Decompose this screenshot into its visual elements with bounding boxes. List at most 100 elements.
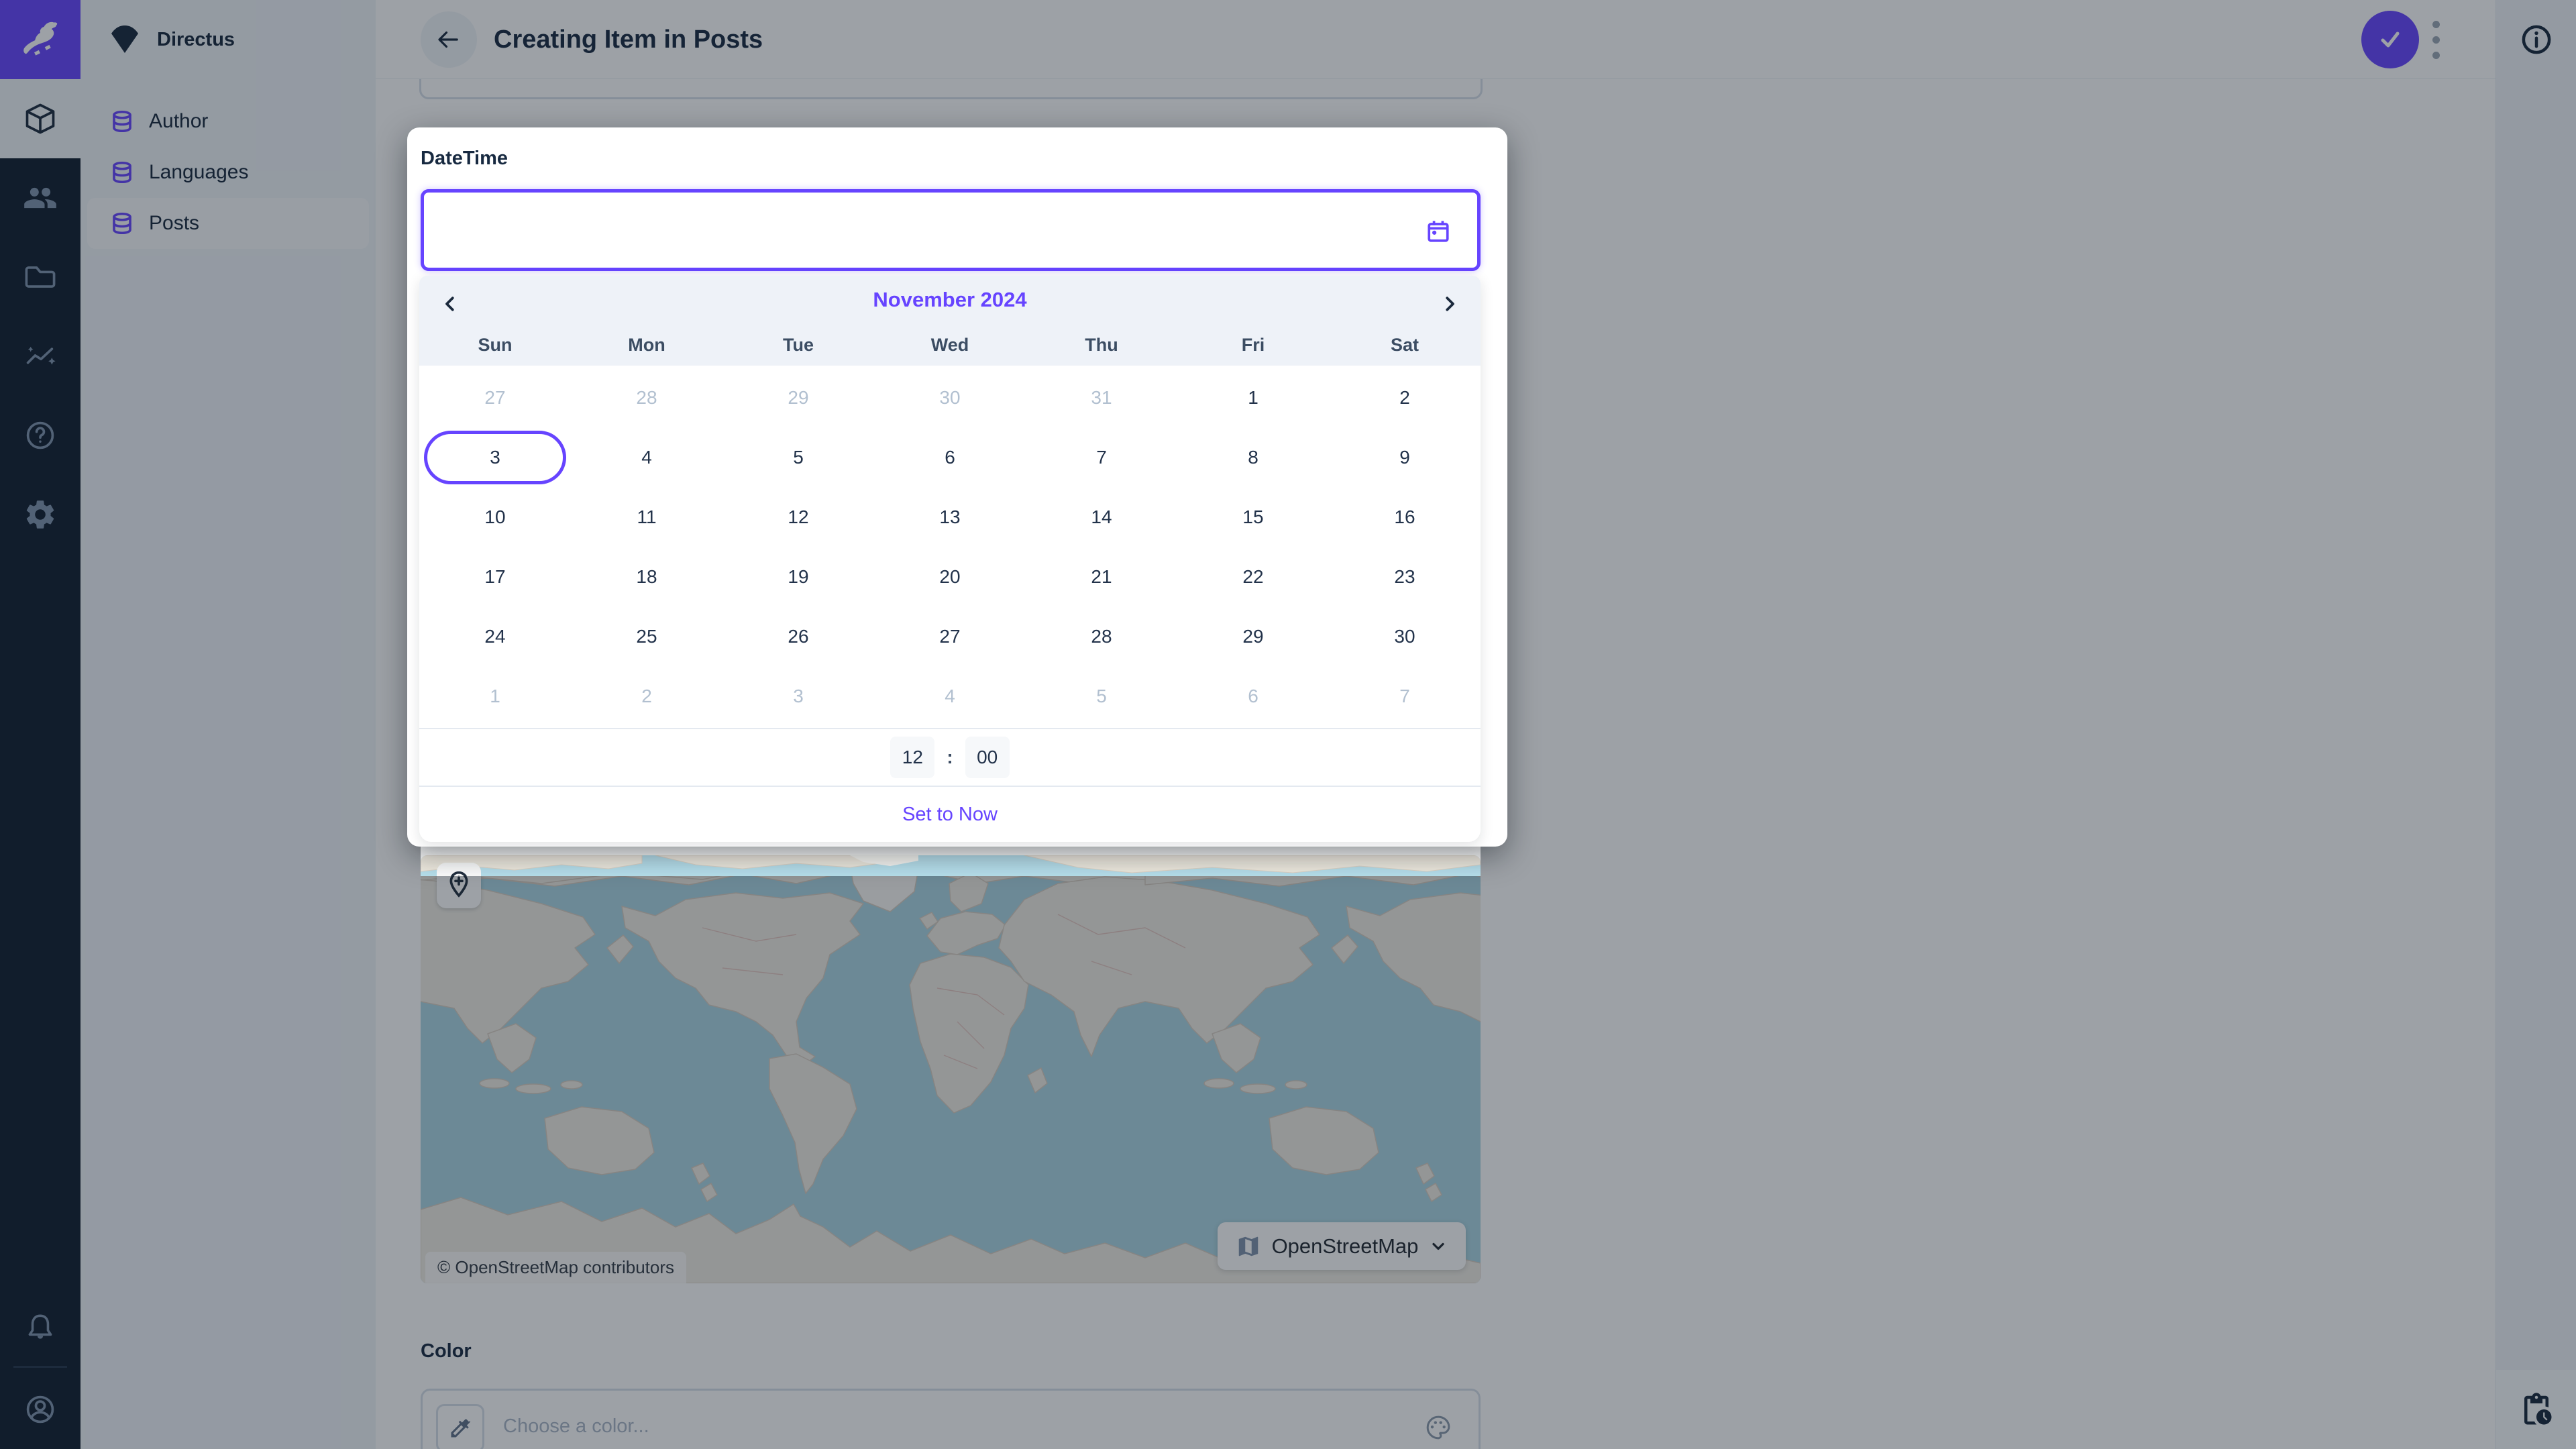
- day-name: Tue: [722, 324, 874, 366]
- calendar-day[interactable]: 20: [874, 547, 1026, 606]
- calendar-day[interactable]: 11: [571, 487, 722, 547]
- calendar-day-number: 18: [636, 566, 657, 588]
- calendar-day-number: 6: [1248, 686, 1258, 707]
- datetime-field-label: DateTime: [421, 148, 508, 170]
- map-bright-strip: [421, 847, 1481, 876]
- calendar-day[interactable]: 8: [1177, 427, 1329, 487]
- calendar-day[interactable]: 19: [722, 547, 874, 606]
- calendar-day-number: 20: [939, 566, 960, 588]
- calendar-day[interactable]: 28: [571, 368, 722, 427]
- calendar-day-number: 24: [484, 626, 505, 647]
- calendar-day[interactable]: 7: [1026, 427, 1177, 487]
- calendar-day-number: 2: [1399, 387, 1410, 409]
- calendar-day-number: 27: [484, 387, 505, 409]
- calendar-day[interactable]: 13: [874, 487, 1026, 547]
- calendar-day[interactable]: 1: [419, 666, 571, 726]
- calendar-icon[interactable]: [1424, 217, 1453, 246]
- calendar-day[interactable]: 26: [722, 606, 874, 666]
- calendar-day[interactable]: 27: [874, 606, 1026, 666]
- calendar-day-number: 2: [641, 686, 652, 707]
- calendar-day[interactable]: 24: [419, 606, 571, 666]
- calendar-day[interactable]: 2: [571, 666, 722, 726]
- calendar-day[interactable]: 7: [1329, 666, 1481, 726]
- calendar-day[interactable]: 14: [1026, 487, 1177, 547]
- day-name: Sat: [1329, 324, 1481, 366]
- calendar-day[interactable]: 5: [1026, 666, 1177, 726]
- calendar-day-number: 30: [939, 387, 960, 409]
- calendar-day[interactable]: 16: [1329, 487, 1481, 547]
- add-location-pin-button-bright[interactable]: [437, 863, 481, 876]
- calendar-day-number: 3: [793, 686, 804, 707]
- calendar-day-number: 5: [1096, 686, 1107, 707]
- calendar-day-number: 26: [788, 626, 808, 647]
- hour-input[interactable]: 12: [890, 737, 934, 778]
- calendar-day[interactable]: 23: [1329, 547, 1481, 606]
- calendar-header: November 2024 SunMonTueWedThuFriSat: [419, 276, 1481, 366]
- calendar-day[interactable]: 17: [419, 547, 571, 606]
- calendar-day[interactable]: 30: [874, 368, 1026, 427]
- datetime-input[interactable]: [443, 193, 1409, 268]
- calendar-day[interactable]: 6: [1177, 666, 1329, 726]
- calendar-day-number: 8: [1248, 447, 1258, 468]
- calendar-day[interactable]: 6: [874, 427, 1026, 487]
- chevron-left-icon: [440, 292, 460, 315]
- calendar-day-number: 11: [637, 506, 656, 528]
- calendar-day-number: 17: [484, 566, 505, 588]
- calendar-day[interactable]: 1: [1177, 368, 1329, 427]
- calendar-day[interactable]: 22: [1177, 547, 1329, 606]
- calendar-day-number: 30: [1394, 626, 1415, 647]
- datetime-input-wrapper: [421, 189, 1481, 271]
- previous-month-button[interactable]: [430, 285, 470, 323]
- calendar-day-number: 21: [1091, 566, 1112, 588]
- calendar-day-number: 25: [636, 626, 657, 647]
- calendar-day[interactable]: 5: [722, 427, 874, 487]
- calendar-day-number: 13: [939, 506, 960, 528]
- calendar-day[interactable]: 3: [722, 666, 874, 726]
- calendar-day[interactable]: 27: [419, 368, 571, 427]
- day-name: Mon: [571, 324, 722, 366]
- calendar-day-number: 7: [1096, 447, 1107, 468]
- calendar-day[interactable]: 9: [1329, 427, 1481, 487]
- calendar-day[interactable]: 18: [571, 547, 722, 606]
- calendar-day[interactable]: 12: [722, 487, 874, 547]
- calendar-day-number: 19: [788, 566, 808, 588]
- calendar-day-number: 12: [788, 506, 808, 528]
- calendar-day-number: 6: [945, 447, 955, 468]
- calendar-day-names: SunMonTueWedThuFriSat: [419, 324, 1481, 366]
- calendar-day-number: 4: [945, 686, 955, 707]
- day-name: Fri: [1177, 324, 1329, 366]
- calendar-day[interactable]: 31: [1026, 368, 1177, 427]
- calendar-day-number: 4: [641, 447, 652, 468]
- calendar-day-number: 23: [1394, 566, 1415, 588]
- next-month-button[interactable]: [1430, 285, 1470, 323]
- calendar-day-number: 3: [424, 431, 566, 484]
- calendar-grid: 2728293031123456789101112131415161718192…: [419, 366, 1481, 728]
- calendar-day-number: 5: [793, 447, 804, 468]
- calendar-day-number: 7: [1399, 686, 1410, 707]
- day-name: Sun: [419, 324, 571, 366]
- minute-input[interactable]: 00: [965, 737, 1010, 778]
- calendar-day[interactable]: 28: [1026, 606, 1177, 666]
- calendar-day[interactable]: 29: [722, 368, 874, 427]
- calendar-day-number: 14: [1091, 506, 1112, 528]
- calendar-day-number: 15: [1242, 506, 1263, 528]
- datetime-picker-popup: DateTime November 2024 SunMonTueWedThuFr…: [407, 127, 1507, 847]
- calendar-day[interactable]: 29: [1177, 606, 1329, 666]
- calendar-day[interactable]: 10: [419, 487, 571, 547]
- day-name: Wed: [874, 324, 1026, 366]
- calendar-day[interactable]: 25: [571, 606, 722, 666]
- calendar-day-number: 22: [1242, 566, 1263, 588]
- set-to-now-button[interactable]: Set to Now: [902, 804, 998, 826]
- calendar-day-number: 31: [1091, 387, 1112, 409]
- calendar-day-number: 28: [636, 387, 657, 409]
- calendar-day[interactable]: 21: [1026, 547, 1177, 606]
- calendar-day-today[interactable]: 3: [419, 427, 571, 487]
- time-row: 12 : 00: [419, 728, 1481, 787]
- calendar-day[interactable]: 2: [1329, 368, 1481, 427]
- calendar-dropdown: November 2024 SunMonTueWedThuFriSat 2728…: [419, 276, 1481, 842]
- location-pin-plus-icon: [445, 870, 472, 876]
- calendar-day[interactable]: 15: [1177, 487, 1329, 547]
- calendar-day[interactable]: 30: [1329, 606, 1481, 666]
- calendar-day[interactable]: 4: [874, 666, 1026, 726]
- calendar-day[interactable]: 4: [571, 427, 722, 487]
